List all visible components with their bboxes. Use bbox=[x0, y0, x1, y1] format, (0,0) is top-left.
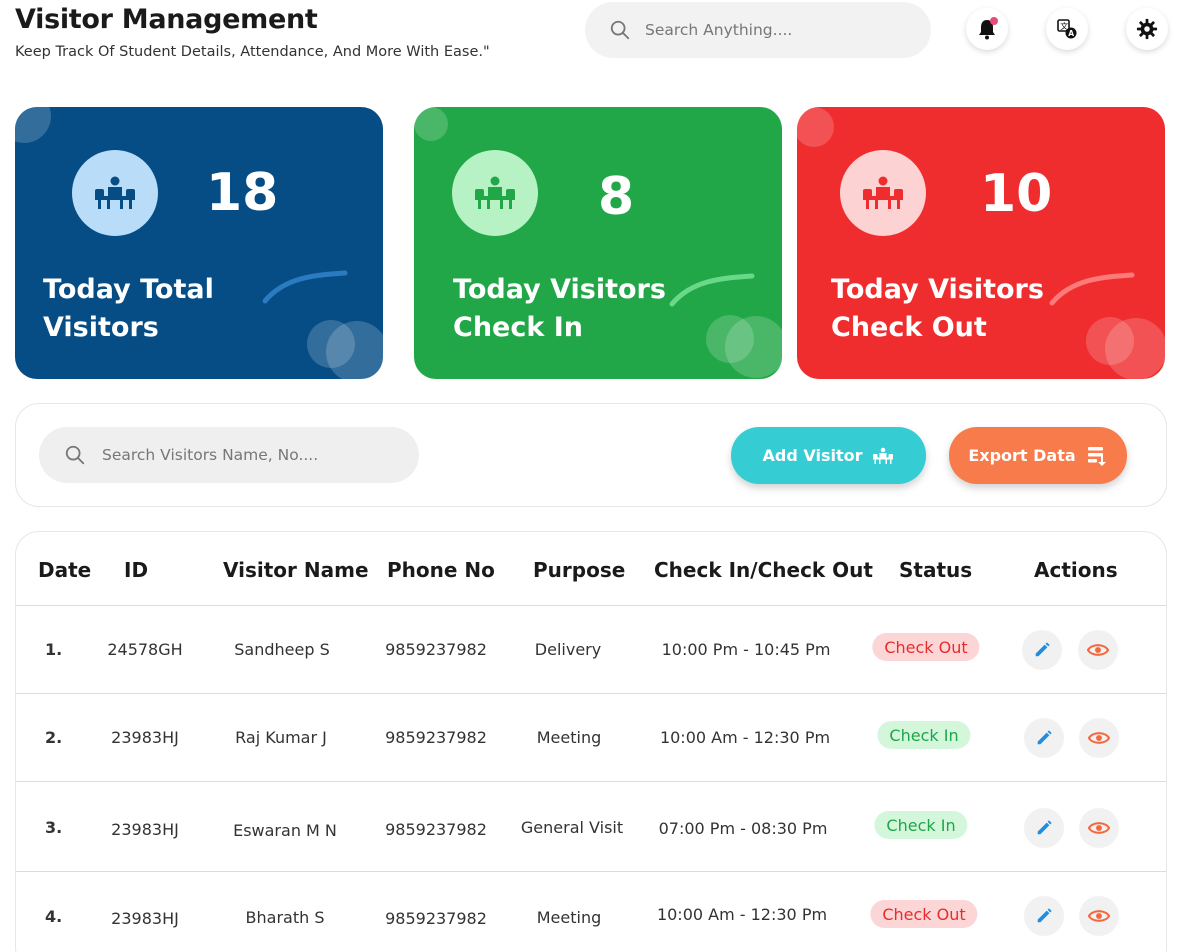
status-badge: Check Out bbox=[870, 900, 978, 928]
visitors-icon bbox=[72, 150, 158, 236]
translate-icon: 文A bbox=[1057, 19, 1077, 39]
status-badge: Check In bbox=[874, 811, 968, 839]
visit-time: 10:00 Pm - 10:45 Pm bbox=[661, 640, 831, 659]
total-visitors-card[interactable]: 18 Today Total Visitors bbox=[15, 107, 383, 379]
row-number: 1. bbox=[45, 640, 63, 659]
pencil-icon bbox=[1035, 642, 1050, 657]
view-button[interactable] bbox=[1078, 630, 1118, 670]
gear-icon bbox=[1136, 18, 1158, 40]
edit-button[interactable] bbox=[1024, 808, 1064, 848]
visitor-phone: 9859237982 bbox=[385, 728, 487, 747]
visitor-name: Bharath S bbox=[245, 908, 325, 927]
pencil-icon bbox=[1037, 820, 1052, 835]
pencil-icon bbox=[1037, 908, 1052, 923]
table-row: 3. 23983HJ Eswaran M N 9859237982 Genera… bbox=[16, 782, 1166, 872]
visitor-search-placeholder: Search Visitors Name, No.... bbox=[102, 446, 319, 464]
edit-button[interactable] bbox=[1024, 718, 1064, 758]
eye-icon bbox=[1088, 910, 1110, 922]
translate-button[interactable]: 文A bbox=[1046, 8, 1088, 50]
table-row: 1. 24578GH Sandheep S 9859237982 Deliver… bbox=[16, 606, 1166, 694]
column-header-actions: Actions bbox=[1034, 558, 1118, 582]
add-visitor-button[interactable]: Add Visitor bbox=[731, 427, 926, 484]
visitor-table: Date ID Visitor Name Phone No Purpose Ch… bbox=[15, 531, 1167, 952]
settings-button[interactable] bbox=[1126, 8, 1168, 50]
page-subtitle: Keep Track Of Student Details, Attendanc… bbox=[15, 44, 490, 60]
row-number: 3. bbox=[45, 818, 63, 837]
search-placeholder: Search Anything.... bbox=[645, 21, 793, 39]
view-button[interactable] bbox=[1079, 718, 1119, 758]
visitor-id: 23983HJ bbox=[111, 820, 179, 839]
total-visitors-count: 18 bbox=[206, 163, 279, 223]
visit-time: 07:00 Pm - 08:30 Pm bbox=[658, 819, 828, 838]
visitor-name: Eswaran M N bbox=[233, 821, 337, 840]
column-header-status: Status bbox=[899, 558, 973, 582]
row-number: 2. bbox=[45, 728, 63, 747]
check-in-card[interactable]: 8 Today Visitors Check In bbox=[414, 107, 782, 379]
check-out-count: 10 bbox=[980, 164, 1053, 224]
edit-button[interactable] bbox=[1022, 630, 1062, 670]
check-in-count: 8 bbox=[598, 167, 635, 227]
pencil-icon bbox=[1037, 730, 1052, 745]
visitor-purpose: Meeting bbox=[536, 728, 602, 747]
eye-icon bbox=[1088, 732, 1110, 744]
notification-dot bbox=[990, 17, 998, 25]
eye-icon bbox=[1087, 644, 1109, 656]
visit-time: 10:00 Am - 12:30 Pm bbox=[656, 905, 828, 924]
visitor-toolbar: Search Visitors Name, No.... Add Visitor… bbox=[15, 403, 1167, 507]
edit-button[interactable] bbox=[1024, 896, 1064, 936]
visitor-id: 24578GH bbox=[107, 640, 183, 659]
column-header-visitor-name: Visitor Name bbox=[223, 558, 369, 582]
page-title: Visitor Management bbox=[15, 4, 318, 35]
column-header-phone: Phone No bbox=[387, 558, 495, 582]
status-badge: Check Out bbox=[872, 633, 980, 661]
visitor-search-input[interactable]: Search Visitors Name, No.... bbox=[39, 427, 419, 483]
visitor-name: Raj Kumar J bbox=[235, 728, 327, 747]
add-visitor-label: Add Visitor bbox=[762, 446, 863, 465]
visitor-id: 23983HJ bbox=[111, 728, 179, 747]
visitor-purpose: Meeting bbox=[536, 908, 602, 927]
notification-button[interactable] bbox=[966, 8, 1008, 50]
visitor-purpose: General Visit bbox=[520, 818, 624, 837]
visitor-phone: 9859237982 bbox=[385, 640, 487, 659]
export-list-icon bbox=[1087, 446, 1106, 466]
check-out-label: Today Visitors Check Out bbox=[831, 274, 1044, 343]
column-header-purpose: Purpose bbox=[533, 558, 626, 582]
check-out-icon bbox=[840, 150, 926, 236]
check-in-icon bbox=[452, 150, 538, 236]
view-button[interactable] bbox=[1079, 808, 1119, 848]
status-badge: Check In bbox=[877, 721, 971, 749]
check-in-label: Today Visitors Check In bbox=[453, 274, 666, 343]
export-data-button[interactable]: Export Data bbox=[949, 427, 1127, 484]
column-header-date: Date bbox=[38, 558, 92, 582]
visitors-icon bbox=[873, 447, 894, 464]
row-number: 4. bbox=[45, 907, 63, 926]
search-icon bbox=[65, 445, 85, 465]
visitor-id: 23983HJ bbox=[111, 909, 179, 928]
visitor-phone: 9859237982 bbox=[385, 909, 487, 928]
total-visitors-label: Today Total Visitors bbox=[43, 274, 214, 343]
export-data-label: Export Data bbox=[968, 446, 1076, 465]
eye-icon bbox=[1088, 822, 1110, 834]
search-icon bbox=[610, 20, 630, 40]
visitor-phone: 9859237982 bbox=[385, 820, 487, 839]
column-header-id: ID bbox=[124, 558, 149, 582]
check-out-card[interactable]: 10 Today Visitors Check Out bbox=[797, 107, 1165, 379]
visitor-name: Sandheep S bbox=[234, 640, 330, 659]
visit-time: 10:00 Am - 12:30 Pm bbox=[659, 728, 831, 747]
visitor-purpose: Delivery bbox=[534, 640, 602, 659]
column-header-check-in-out: Check In/Check Out bbox=[654, 558, 873, 582]
view-button[interactable] bbox=[1079, 896, 1119, 936]
table-row: 2. 23983HJ Raj Kumar J 9859237982 Meetin… bbox=[16, 694, 1166, 782]
svg-text:A: A bbox=[1068, 29, 1074, 38]
table-row: 4. 23983HJ Bharath S 9859237982 Meeting … bbox=[16, 872, 1166, 952]
global-search-input[interactable]: Search Anything.... bbox=[585, 2, 931, 58]
